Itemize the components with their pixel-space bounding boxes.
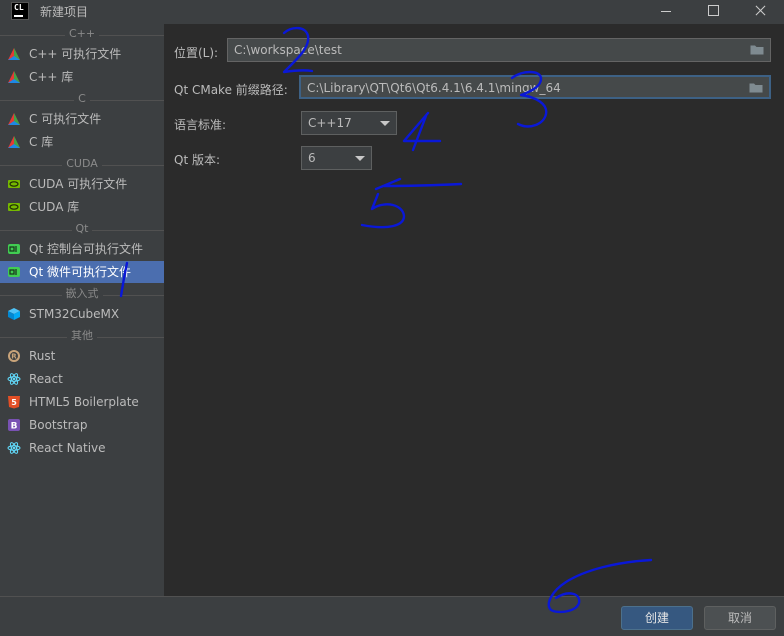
sidebar-item-qt-console[interactable]: Qt 控制台可执行文件 [0,238,164,260]
stm32-cube-icon [8,308,20,320]
sidebar-item-rust[interactable]: R Rust [0,345,164,367]
group-header-qt: Qt [0,222,164,236]
svg-text:B: B [11,422,18,432]
group-header-cpp: C++ [0,27,164,41]
cmake-triangle-icon [8,71,20,83]
sidebar-item-cpp-executable[interactable]: C++ 可执行文件 [0,43,164,65]
sidebar-item-cpp-library[interactable]: C++ 库 [0,66,164,88]
sidebar-item-c-library[interactable]: C 库 [0,131,164,153]
group-header-c: C [0,92,164,106]
title-bar: CL 新建项目 [0,0,784,24]
sidebar-item-qt-widgets[interactable]: Qt 微件可执行文件 [0,261,164,283]
cancel-button[interactable]: 取消 [704,606,776,630]
qt-version-dropdown[interactable]: 6 [301,146,372,170]
rust-icon: R [8,350,20,362]
react-icon [7,442,21,454]
clion-logo-icon: CL [11,2,29,20]
cmake-triangle-icon [8,113,20,125]
sidebar-item-c-executable[interactable]: C 可执行文件 [0,108,164,130]
cmake-triangle-icon [8,48,20,60]
project-settings-panel: 位置(L): C:\workspace\test Qt CMake 前缀路径: … [164,24,784,596]
bootstrap-icon: B [8,419,20,432]
chevron-down-icon [355,156,365,161]
maximize-button[interactable] [693,0,733,22]
qt-cmake-prefix-input[interactable]: C:\Library\QT\Qt6\Qt6.4.1\6.4.1\mingw_64 [299,75,771,99]
qt-version-label: Qt 版本: [174,153,221,167]
sidebar-item-cuda-executable[interactable]: CUDA 可执行文件 [0,173,164,195]
chevron-down-icon [380,121,390,126]
folder-icon[interactable] [749,82,763,93]
sidebar-item-html5-boilerplate[interactable]: 5 HTML5 Boilerplate [0,391,164,413]
group-header-cuda: CUDA [0,157,164,171]
close-button[interactable] [740,0,780,22]
sidebar-item-bootstrap[interactable]: B Bootstrap [0,414,164,436]
language-standard-label: 语言标准: [174,118,227,132]
minimize-button[interactable] [648,0,688,22]
qt-cmake-prefix-label: Qt CMake 前缀路径: [174,83,288,97]
sidebar-item-stm32cubemx[interactable]: STM32CubeMX [0,303,164,325]
language-standard-dropdown[interactable]: C++17 [301,111,397,135]
group-header-other: 其他 [0,329,164,343]
group-header-embedded: 嵌入式 [0,287,164,301]
folder-icon[interactable] [750,44,764,55]
sidebar-item-react-native[interactable]: React Native [0,437,164,459]
svg-text:5: 5 [11,398,17,407]
nvidia-icon [8,203,20,211]
qt-icon [8,267,20,277]
project-type-sidebar: C++ C++ 可执行文件 C++ 库 C C 可执行文件 C 库 CUDA C… [0,24,164,596]
dialog-footer: 创建 取消 [0,596,784,636]
cmake-triangle-icon [8,136,20,148]
location-label: 位置(L): [174,46,219,60]
react-icon [7,373,21,385]
create-button[interactable]: 创建 [621,606,693,630]
window-title: 新建项目 [40,5,89,19]
svg-text:R: R [11,353,17,361]
html5-icon: 5 [8,396,20,409]
qt-icon [8,244,20,254]
nvidia-icon [8,180,20,188]
sidebar-item-cuda-library[interactable]: CUDA 库 [0,196,164,218]
location-input[interactable]: C:\workspace\test [227,38,771,62]
sidebar-item-react[interactable]: React [0,368,164,390]
